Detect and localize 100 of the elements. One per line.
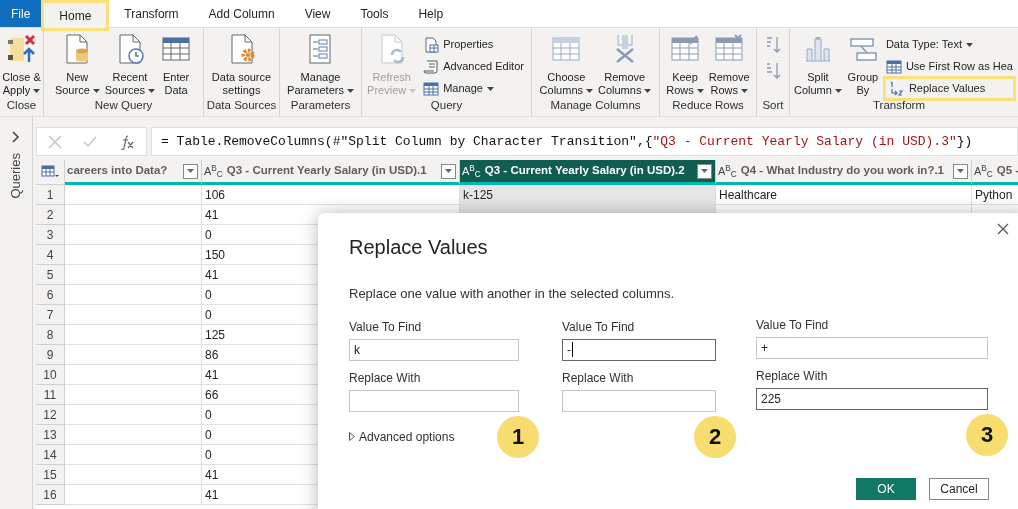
row-number: 15 [36,465,65,485]
input-field[interactable] [562,389,716,412]
ribbon-button[interactable]: Choose Columns [538,33,594,97]
pane-label: Queries [7,153,25,199]
caret-icon [187,169,194,173]
column-header[interactable]: A$^{B}$$_{C}$ Q3 - Current Yearly Salary (in USD).2 [460,160,716,185]
row-number: 13 [36,425,65,445]
caret-icon [701,169,708,173]
field-label: Replace With [756,367,829,385]
row-number: 2 [36,205,65,225]
menu-tab[interactable]: Transform [109,0,194,27]
menu-tab[interactable]: Add Column [193,0,290,27]
filter-dropdown-button[interactable] [697,163,712,179]
filter-dropdown-button[interactable] [441,163,456,179]
caret-icon [445,169,452,173]
row-number: 12 [36,405,65,425]
column-header[interactable]: A$^{B}$$_{C}$ Q5 - [972,160,1018,185]
close-icon [997,223,1009,235]
ribbon-button[interactable]: Replace Values [882,76,1016,101]
ribbon-button[interactable]: Manage [420,79,527,98]
table-icon [41,165,59,179]
group-label: Close [6,99,37,112]
row-number: 4 [36,245,65,265]
expand-triangle-icon [349,432,355,441]
group-label: Query [430,99,463,112]
row-number: 7 [36,305,65,325]
ribbon-button[interactable]: Properties [420,35,527,54]
ribbon-button[interactable]: Keep Rows [665,33,705,97]
ribbon-button[interactable]: Recent Sources [103,33,157,97]
filter-dropdown-button[interactable] [953,163,968,179]
row-number: 8 [36,325,65,345]
column-title: Q3 - Current Yearly Salary (in USD).2 [484,163,686,179]
row-number: 14 [36,445,65,465]
row-number: 16 [36,485,65,505]
column-title: Q4 - What Industry do you work in?.1 [740,163,945,179]
column-title: Q3 - Current Yearly Salary (in USD).1 [226,163,428,179]
filter-dropdown-button[interactable] [183,163,198,179]
table-cell: Healthcare [716,185,972,205]
column-title: Q5 - [996,163,1018,179]
properties-icon [423,36,440,53]
step-number-badge: 2 [694,415,736,458]
column-header[interactable]: careers into Data? [65,160,202,185]
scroll-icon [423,58,440,75]
table-cell: 106 [202,185,460,205]
table-icon [885,58,902,75]
replace-icon [888,80,905,97]
input-field[interactable]: 225 [756,387,988,410]
input-field[interactable]: - [562,338,716,361]
row-number: 6 [36,285,65,305]
ribbon-button[interactable]: Manage Parameters [286,33,355,97]
input-field[interactable] [349,389,519,412]
row-number: 1 [36,185,65,205]
ribbon-button[interactable]: Data Type: Text [882,35,1016,54]
group-label: Manage Columns [550,99,641,112]
input-field[interactable]: k [349,338,519,361]
ribbon-button[interactable]: Group By [845,33,880,97]
ribbon-button[interactable]: Close & Apply [1,33,42,97]
table-cell: k-125 [460,185,716,205]
column-header[interactable]: A$^{B}$$_{C}$ Q3 - Current Yearly Salary (in USD).1 [202,160,460,185]
group-label: New Query [94,99,153,112]
menu-tab[interactable]: View [289,0,346,27]
ribbon-button[interactable]: Data source settings [210,33,273,97]
dialog-button[interactable]: OK [856,477,916,500]
column-header[interactable]: A$^{B}$$_{C}$ Q4 - What Industry do you work in?.1 [716,160,972,185]
menu-tab[interactable]: Tools [345,0,404,27]
table-close-icon [5,33,38,65]
row-number: 11 [36,385,65,405]
dialog-button[interactable]: Cancel [929,477,989,500]
text-cursor [572,342,573,357]
ribbon-button[interactable]: Advanced Editor [420,57,527,76]
field-label: Value To Find [562,318,636,336]
ribbon-button[interactable]: Remove Rows [707,33,751,97]
caret-icon [957,169,964,173]
advanced-options-toggle[interactable]: Advanced options [349,427,455,446]
group-label: Parameters [290,99,351,112]
menu-tab[interactable]: File [0,0,42,27]
step-number-badge: 1 [497,415,539,458]
step-number-badge: 3 [966,413,1008,456]
group-label: Data Sources [206,99,277,112]
table-icon [423,80,440,97]
ribbon-button[interactable]: Split Column [793,33,843,97]
row-number: 9 [36,345,65,365]
ribbon-button[interactable]: Remove Columns [597,33,653,97]
input-field[interactable]: + [756,336,988,359]
field-label: Replace With [562,369,635,387]
close-button[interactable] [997,223,1009,235]
field-label: Replace With [349,369,422,387]
menu-tab[interactable]: Help [403,0,459,27]
ribbon-button[interactable]: New Source [53,33,101,97]
group-label: Transform [873,99,925,112]
menu-tab[interactable]: Home [41,0,110,31]
group-label: Sort [762,99,784,112]
group-label: Reduce Rows [672,99,744,112]
row-number: 10 [36,365,65,385]
field-label: Value To Find [756,316,830,334]
row-number: 3 [36,225,65,245]
ribbon-button[interactable]: Use First Row as Hea [882,57,1016,76]
column-title: careers into Data? [67,163,169,179]
ribbon-button[interactable]: Enter Data [159,33,194,97]
row-number: 5 [36,265,65,285]
